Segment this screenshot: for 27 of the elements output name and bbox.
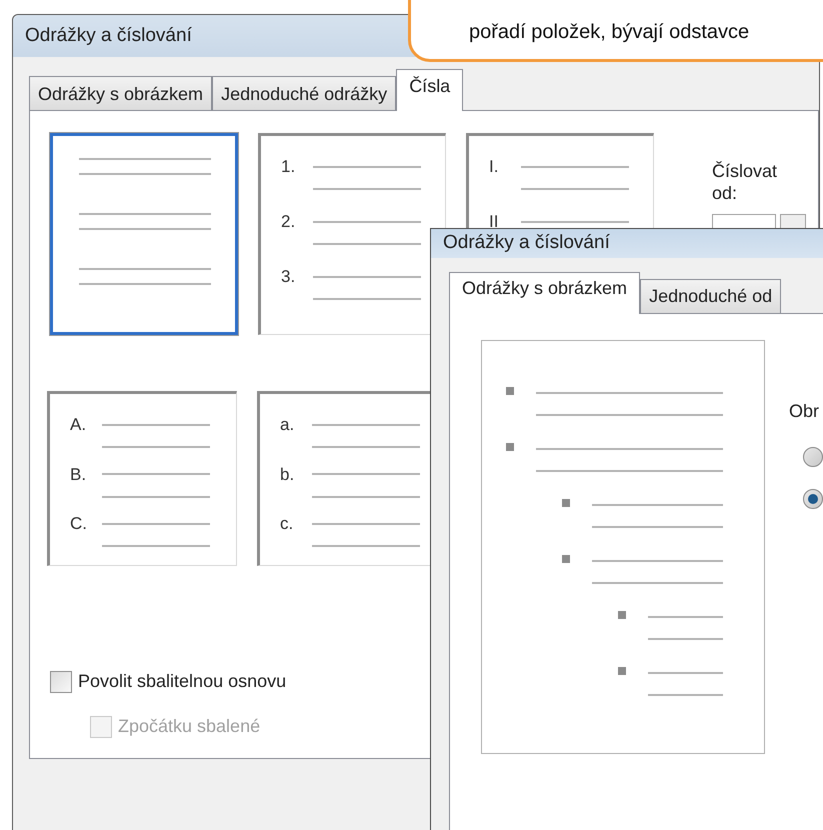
start-at-label: Číslovat od: [712, 161, 778, 204]
window-title: Odrážky a číslování [25, 24, 192, 48]
list-number: b. [279, 466, 296, 483]
checkbox-label: Zpočátku sbalené [118, 715, 260, 738]
tab[interactable]: Odrážky s obrázkem [449, 272, 640, 314]
tab[interactable]: Odrážky s obrázkem [29, 76, 212, 110]
list-number: II [488, 213, 500, 230]
list-number: 3. [280, 268, 296, 285]
list-number: c. [279, 515, 294, 532]
tab[interactable]: Jednoduché odrážky [212, 76, 396, 110]
tab[interactable]: Čísla [396, 69, 464, 111]
list-number: a. [279, 416, 296, 433]
tab[interactable]: Jednoduché od [640, 278, 782, 312]
checkbox-label: Povolit sbalitelnou osnovu [78, 670, 286, 693]
list-number: B. [69, 466, 88, 483]
numbering-format-option[interactable] [50, 133, 238, 335]
radio-button[interactable] [803, 446, 823, 466]
section-label: Obr [789, 400, 820, 422]
list-number: 2. [280, 213, 296, 230]
list-number: 1. [280, 158, 296, 175]
list-number: I. [488, 158, 500, 175]
list-number: A. [69, 416, 88, 433]
radio-button[interactable] [803, 488, 823, 508]
checkbox[interactable] [50, 670, 72, 692]
callout-text: pořadí položek, bývají odstavce [469, 20, 750, 45]
numbering-format-option[interactable]: A. B. C. [47, 391, 237, 566]
list-number: C. [69, 515, 88, 532]
